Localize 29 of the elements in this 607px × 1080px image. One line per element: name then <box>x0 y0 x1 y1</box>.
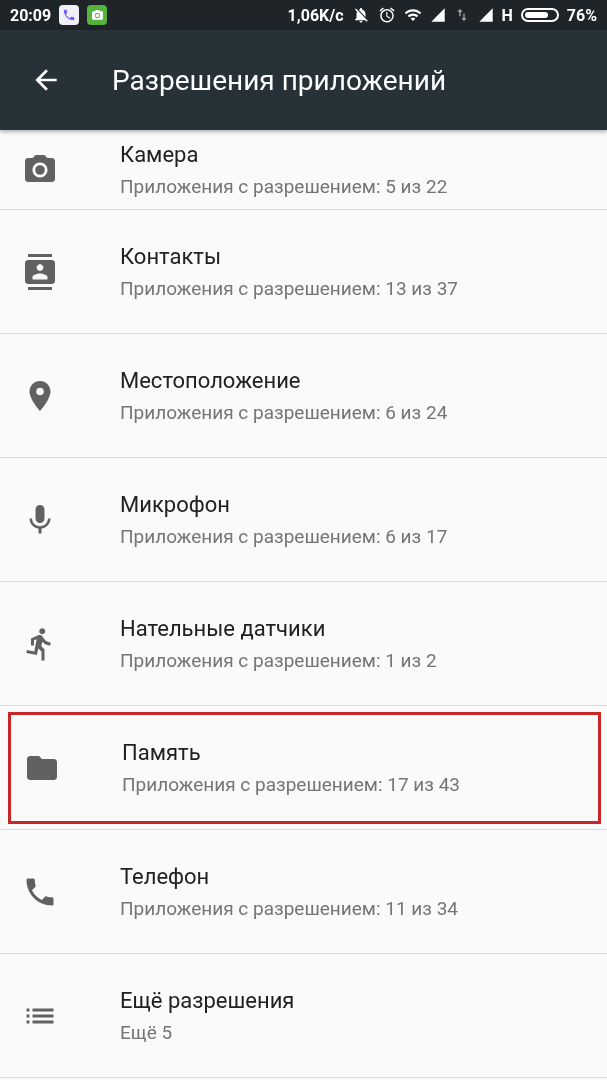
battery-percent: 76% <box>566 5 597 25</box>
network-speed: 1,06K/с <box>287 5 344 25</box>
permission-title: Телефон <box>120 863 211 889</box>
alarm-icon <box>377 6 396 24</box>
permission-title: Память <box>122 739 202 765</box>
wifi-icon <box>403 6 422 24</box>
app-notification-icon <box>87 5 108 25</box>
permission-summary: Ещё 5 <box>120 1020 174 1044</box>
permission-title: Микрофон <box>120 491 231 517</box>
contact-card-icon <box>22 253 58 290</box>
permission-title: Нательные датчики <box>120 615 327 641</box>
network-type: H <box>501 5 513 25</box>
signal-icon <box>477 7 494 23</box>
permission-title: Местоположение <box>120 367 302 393</box>
permission-summary: Приложения с разрешением: 6 из 24 <box>120 400 448 424</box>
battery-icon <box>520 8 559 22</box>
permission-title: Камера <box>120 141 200 167</box>
permission-title: Ещё разрешения <box>120 987 295 1013</box>
permission-summary: Приложения с разрешением: 1 из 2 <box>120 648 437 672</box>
signal-icon <box>429 7 446 23</box>
clock: 20:09 <box>10 5 52 25</box>
permission-summary: Приложения с разрешением: 13 из 37 <box>120 276 458 300</box>
permission-summary: Приложения с разрешением: 17 из 43 <box>122 772 460 796</box>
permission-title: Контакты <box>120 243 222 269</box>
screen-title: Разрешения приложений <box>112 63 447 97</box>
permission-summary: Приложения с разрешением: 11 из 34 <box>120 896 458 920</box>
permission-summary: Приложения с разрешением: 6 из 17 <box>120 524 448 548</box>
messenger-app-icon <box>59 5 80 25</box>
permission-summary: Приложения с разрешением: 5 из 22 <box>120 174 448 198</box>
